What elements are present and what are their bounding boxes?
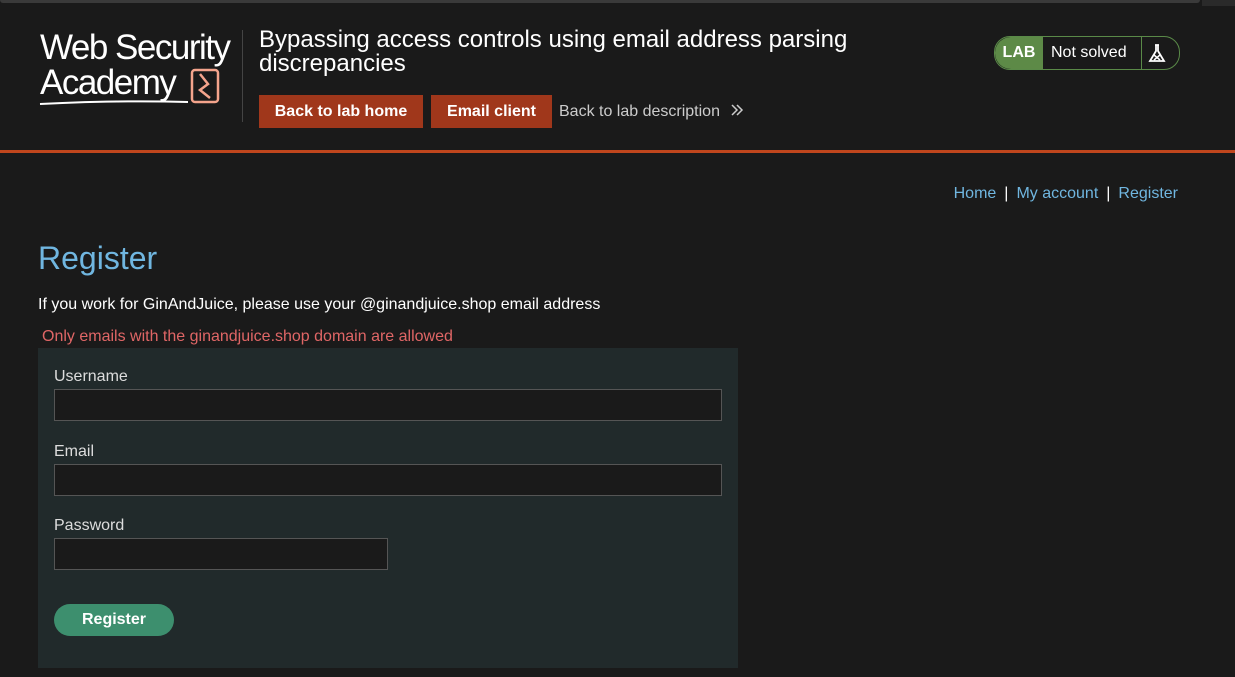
lab-header: Web Security Academy Bypassing access co…	[0, 6, 1235, 150]
page-title: Register	[38, 240, 158, 276]
register-button[interactable]: Register	[54, 604, 174, 636]
username-input[interactable]	[54, 389, 722, 421]
header-accent-line	[0, 150, 1235, 153]
header-divider	[242, 30, 243, 122]
double-chevron-right-icon	[730, 103, 744, 122]
email-input[interactable]	[54, 464, 722, 496]
lab-badge: LAB	[995, 37, 1043, 69]
email-client-button[interactable]: Email client	[431, 95, 552, 128]
lab-status-divider	[1141, 37, 1142, 69]
back-to-lab-description-link[interactable]: Back to lab description	[559, 103, 744, 122]
nav-home-link[interactable]: Home	[954, 185, 997, 202]
back-to-lab-home-button[interactable]: Back to lab home	[259, 95, 423, 128]
password-input[interactable]	[54, 538, 388, 570]
username-label: Username	[54, 368, 128, 385]
back-to-lab-description-label: Back to lab description	[559, 103, 720, 120]
lab-title: Bypassing access controls using email ad…	[259, 26, 848, 77]
nav-my-account-link[interactable]: My account	[1016, 185, 1098, 202]
password-label: Password	[54, 517, 125, 534]
horizontal-scrollbar[interactable]	[0, 0, 1200, 3]
register-intro-text: If you work for GinAndJuice, please use …	[38, 296, 601, 313]
email-label: Email	[54, 443, 95, 460]
web-security-academy-logo[interactable]: Web Security Academy	[38, 30, 238, 108]
register-form: Username Email Password Register	[38, 348, 738, 668]
email-domain-error: Only emails with the ginandjuice.shop do…	[42, 328, 453, 345]
lab-status-text: Not solved	[1051, 44, 1127, 61]
nav-separator: |	[1106, 185, 1111, 202]
flask-icon	[1145, 43, 1169, 63]
lab-status-widget: LAB Not solved	[994, 36, 1180, 70]
top-navigation: Home | My account | Register	[954, 185, 1178, 203]
nav-register-link[interactable]: Register	[1118, 185, 1178, 202]
logo-swoosh-icon	[39, 68, 220, 105]
nav-separator: |	[1004, 185, 1009, 202]
